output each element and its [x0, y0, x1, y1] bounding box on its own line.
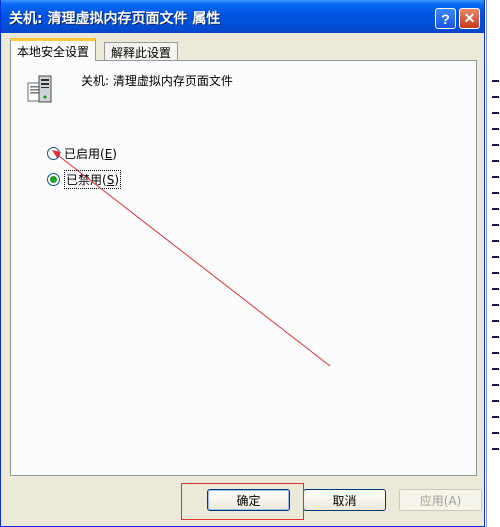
policy-title: 关机: 清理虚拟内存页面文件 [81, 74, 233, 88]
help-button[interactable]: ? [435, 8, 456, 29]
properties-dialog: 关机: 清理虚拟内存页面文件 属性 ? ✕ 本地安全设置 解释此设置 关机: 清… [0, 0, 485, 527]
tab-label: 解释此设置 [111, 46, 172, 60]
background-window-edge [486, 0, 500, 527]
radio-label: 已禁用(S) [64, 170, 121, 189]
radio-enabled[interactable]: 已启用(E) [47, 145, 117, 162]
question-icon: ? [441, 10, 450, 27]
radio-button-selected[interactable] [47, 173, 60, 186]
tab-panel: 关机: 清理虚拟内存页面文件 已启用(E) 已禁用(S) [10, 60, 477, 476]
apply-button[interactable]: 应用(A) [399, 489, 482, 511]
title-bar[interactable]: 关机: 清理虚拟内存页面文件 属性 ? ✕ [1, 0, 484, 33]
radio-label: 已启用(E) [64, 147, 117, 161]
ok-button[interactable]: 确定 [207, 489, 290, 511]
cancel-button[interactable]: 取消 [303, 489, 386, 511]
window-title: 关机: 清理虚拟内存页面文件 属性 [9, 11, 221, 27]
close-icon: ✕ [463, 10, 476, 26]
close-button[interactable]: ✕ [459, 8, 480, 29]
policy-computer-icon [26, 73, 54, 108]
tab-label: 本地安全设置 [17, 44, 90, 59]
tab-explain-setting[interactable]: 解释此设置 [104, 42, 179, 62]
tab-local-security-setting[interactable]: 本地安全设置 [10, 38, 97, 61]
radio-disabled[interactable]: 已禁用(S) [47, 170, 121, 189]
radio-button[interactable] [47, 147, 60, 160]
